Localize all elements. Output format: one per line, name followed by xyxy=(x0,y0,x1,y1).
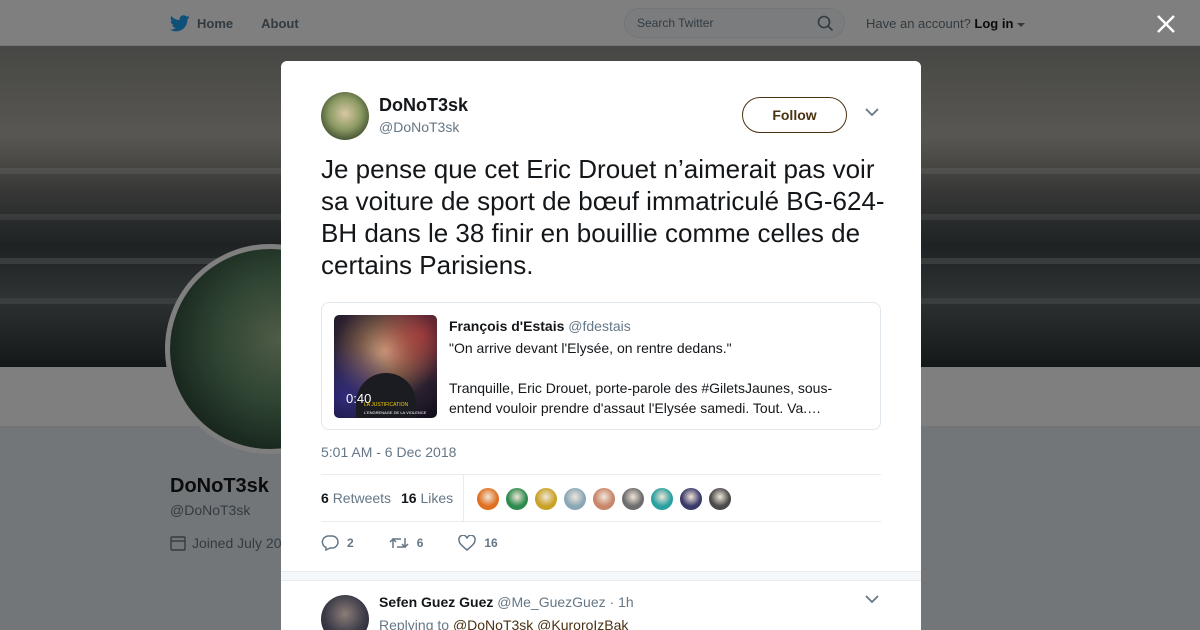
quoted-header: François d'Estais @fdestais xyxy=(449,318,631,334)
video-caption-subtitle: L'ENGRENAGE DE LA VIOLENCE xyxy=(364,410,427,415)
tweet-stats: 6 Retweets 16 Likes xyxy=(321,474,881,522)
liker-avatar[interactable] xyxy=(621,487,645,511)
close-icon[interactable] xyxy=(1156,14,1176,34)
video-caption-title: LA JUSTIFICATION xyxy=(364,402,409,408)
reply-separator: · xyxy=(609,594,615,610)
quoted-tweet[interactable]: 0:40 LA JUSTIFICATION L'ENGRENAGE DE LA … xyxy=(321,302,881,430)
stats-divider xyxy=(463,475,464,521)
likes-label: Likes xyxy=(420,490,454,506)
author-handle[interactable]: @DoNoT3sk xyxy=(379,119,459,135)
liker-avatar[interactable] xyxy=(476,487,500,511)
chevron-down-icon[interactable] xyxy=(865,595,879,604)
replying-to: Replying to @DoNoT3sk @KuroroIzBak xyxy=(379,617,628,630)
replies-divider xyxy=(281,571,921,581)
liker-avatar[interactable] xyxy=(563,487,587,511)
mention-link[interactable]: @KuroroIzBak xyxy=(537,617,628,630)
retweet-icon xyxy=(389,537,409,549)
follow-button[interactable]: Follow xyxy=(742,97,847,133)
quoted-line-2: Tranquille, Eric Drouet, porte-parole de… xyxy=(449,380,833,416)
like-count: 16 xyxy=(484,536,498,550)
reply-avatar[interactable] xyxy=(321,595,369,630)
retweets-stat[interactable]: 6 Retweets xyxy=(321,490,391,506)
replying-to-prefix: Replying to xyxy=(379,617,450,630)
liker-avatar[interactable] xyxy=(679,487,703,511)
liker-avatar[interactable] xyxy=(650,487,674,511)
liker-avatar[interactable] xyxy=(534,487,558,511)
likes-stat[interactable]: 16 Likes xyxy=(401,490,453,506)
likers-avatars xyxy=(476,487,737,511)
video-thumbnail[interactable]: 0:40 LA JUSTIFICATION L'ENGRENAGE DE LA … xyxy=(334,315,437,418)
reply-header: Sefen Guez Guez @Me_GuezGuez · 1h xyxy=(379,594,634,610)
retweet-count: 6 xyxy=(416,536,424,550)
reply-author-handle[interactable]: @Me_GuezGuez xyxy=(497,594,605,610)
tweet-text: Je pense que cet Eric Drouet n’aimerait … xyxy=(321,154,885,280)
tweet-actions: 2 6 16 xyxy=(321,533,533,553)
retweet-button[interactable]: 6 xyxy=(389,535,424,551)
reply-author-name[interactable]: Sefen Guez Guez xyxy=(379,594,493,610)
reply-count: 2 xyxy=(347,536,354,550)
author-avatar[interactable] xyxy=(321,92,369,140)
liker-avatar[interactable] xyxy=(592,487,616,511)
likes-count: 16 xyxy=(401,490,417,506)
heart-icon xyxy=(458,535,477,551)
tweet-timestamp[interactable]: 5:01 AM - 6 Dec 2018 xyxy=(321,444,456,460)
quoted-name: François d'Estais xyxy=(449,318,565,334)
retweets-label: Retweets xyxy=(332,490,392,506)
mention-link[interactable]: @DoNoT3sk xyxy=(453,617,533,630)
liker-avatar[interactable] xyxy=(708,487,732,511)
reply-button[interactable]: 2 xyxy=(321,535,354,551)
reply-icon xyxy=(321,535,339,551)
author-name[interactable]: DoNoT3sk xyxy=(379,95,468,116)
retweets-count: 6 xyxy=(321,490,329,506)
quoted-line-1: "On arrive devant l'Elysée, on rentre de… xyxy=(449,340,732,356)
tweet-modal: DoNoT3sk @DoNoT3sk Follow Je pense que c… xyxy=(281,61,921,630)
like-button[interactable]: 16 xyxy=(458,535,498,551)
quoted-text: "On arrive devant l'Elysée, on rentre de… xyxy=(449,338,859,418)
liker-avatar[interactable] xyxy=(505,487,529,511)
quoted-handle: @fdestais xyxy=(568,318,631,334)
reply-time[interactable]: 1h xyxy=(618,594,634,610)
chevron-down-icon[interactable] xyxy=(865,108,879,117)
